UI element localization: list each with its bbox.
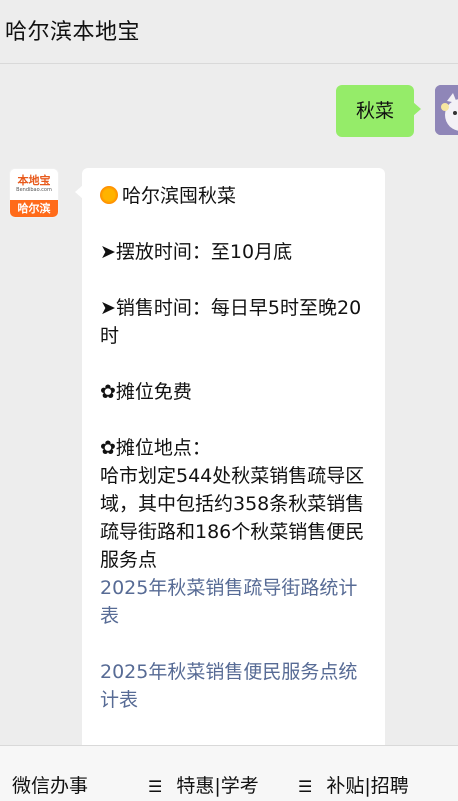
menu-wechat-services-label: 微信办事 <box>12 775 89 797</box>
outgoing-message[interactable]: 秋菜 <box>336 85 421 137</box>
menu-subsidy-jobs[interactable]: ☰ 补贴|招聘 <box>298 746 409 801</box>
sun-icon <box>100 186 118 204</box>
free-booth: ✿摊位免费 <box>100 381 192 403</box>
street-statistics-link[interactable]: 2025年秋菜销售疏导街路统计表 <box>100 574 366 630</box>
user-avatar[interactable] <box>435 85 458 135</box>
custom-menu-bar: 微信办事 ☰ 特惠|学考 ☰ 补贴|招聘 <box>0 745 458 801</box>
menu-wechat-services[interactable]: 微信办事 <box>12 746 88 801</box>
avatar-city: 哈尔滨 <box>10 200 58 217</box>
menu-list-icon: ☰ <box>298 777 313 796</box>
avatar-domain: Bendibao.com <box>16 187 52 193</box>
chat-header: 哈尔滨本地宝 <box>0 0 458 64</box>
location-detail: 哈市划定544处秋菜销售疏导区域，其中包括约358条秋菜销售疏导街路和186个秋… <box>100 465 365 571</box>
location-label: ✿摊位地点： <box>100 437 211 459</box>
message-title: 哈尔滨囤秋菜 <box>122 185 237 207</box>
menu-discounts-exams[interactable]: ☰ 特惠|学考 <box>148 746 259 801</box>
menu-discounts-exams-label: 特惠|学考 <box>176 775 259 797</box>
message-title-line: 哈尔滨囤秋菜 <box>100 182 366 210</box>
official-account-avatar[interactable]: 本地宝 Bendibao.com 哈尔滨 <box>9 168 59 218</box>
display-time: ➤摆放时间：至10月底 <box>100 241 293 263</box>
message-list[interactable]: 秋菜 本地宝 Bendibao.com 哈尔滨 哈尔滨囤秋菜 ➤摆放时间：至10… <box>0 65 458 745</box>
incoming-message[interactable]: 哈尔滨囤秋菜 ➤摆放时间：至10月底 ➤销售时间：每日早5时至晚20时 ✿摊位免… <box>75 168 385 745</box>
user-avatar-image <box>435 85 458 135</box>
menu-subsidy-jobs-label: 补贴|招聘 <box>326 775 409 797</box>
avatar-brand: 本地宝 <box>17 174 51 187</box>
avatar-logo-top: 本地宝 Bendibao.com <box>10 169 58 202</box>
menu-list-icon: ☰ <box>148 777 163 796</box>
service-point-statistics-link[interactable]: 2025年秋菜销售便民服务点统计表 <box>100 658 366 714</box>
sale-time: ➤销售时间：每日早5时至晚20时 <box>100 297 362 347</box>
chat-title: 哈尔滨本地宝 <box>5 20 141 45</box>
chat-window: 哈尔滨本地宝 秋菜 本地宝 Bendibao.com 哈尔滨 哈尔滨囤秋菜 ➤摆… <box>0 0 458 801</box>
